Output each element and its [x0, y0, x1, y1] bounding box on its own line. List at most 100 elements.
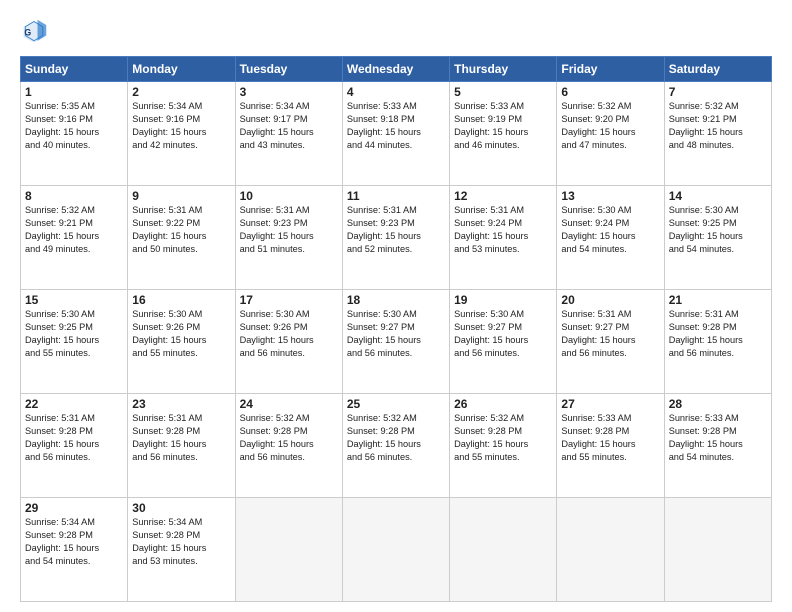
day-info: Sunrise: 5:31 AM Sunset: 9:28 PM Dayligh…	[669, 308, 767, 360]
calendar-week-row: 22Sunrise: 5:31 AM Sunset: 9:28 PM Dayli…	[21, 394, 772, 498]
day-number: 4	[347, 85, 445, 99]
calendar-cell: 9Sunrise: 5:31 AM Sunset: 9:22 PM Daylig…	[128, 186, 235, 290]
day-number: 13	[561, 189, 659, 203]
day-number: 2	[132, 85, 230, 99]
day-info: Sunrise: 5:35 AM Sunset: 9:16 PM Dayligh…	[25, 100, 123, 152]
day-info: Sunrise: 5:33 AM Sunset: 9:28 PM Dayligh…	[561, 412, 659, 464]
calendar-cell: 1Sunrise: 5:35 AM Sunset: 9:16 PM Daylig…	[21, 82, 128, 186]
day-info: Sunrise: 5:30 AM Sunset: 9:24 PM Dayligh…	[561, 204, 659, 256]
logo: G	[20, 18, 52, 46]
calendar-cell: 14Sunrise: 5:30 AM Sunset: 9:25 PM Dayli…	[664, 186, 771, 290]
day-info: Sunrise: 5:33 AM Sunset: 9:19 PM Dayligh…	[454, 100, 552, 152]
calendar-cell: 5Sunrise: 5:33 AM Sunset: 9:19 PM Daylig…	[450, 82, 557, 186]
day-number: 1	[25, 85, 123, 99]
day-number: 24	[240, 397, 338, 411]
day-number: 14	[669, 189, 767, 203]
day-number: 6	[561, 85, 659, 99]
day-info: Sunrise: 5:32 AM Sunset: 9:21 PM Dayligh…	[25, 204, 123, 256]
day-number: 12	[454, 189, 552, 203]
day-info: Sunrise: 5:30 AM Sunset: 9:26 PM Dayligh…	[132, 308, 230, 360]
day-info: Sunrise: 5:31 AM Sunset: 9:23 PM Dayligh…	[240, 204, 338, 256]
calendar-week-row: 1Sunrise: 5:35 AM Sunset: 9:16 PM Daylig…	[21, 82, 772, 186]
day-number: 21	[669, 293, 767, 307]
day-info: Sunrise: 5:34 AM Sunset: 9:16 PM Dayligh…	[132, 100, 230, 152]
day-number: 22	[25, 397, 123, 411]
day-info: Sunrise: 5:30 AM Sunset: 9:27 PM Dayligh…	[347, 308, 445, 360]
calendar-cell	[450, 498, 557, 602]
day-header-friday: Friday	[557, 57, 664, 82]
day-info: Sunrise: 5:30 AM Sunset: 9:25 PM Dayligh…	[25, 308, 123, 360]
day-info: Sunrise: 5:31 AM Sunset: 9:28 PM Dayligh…	[25, 412, 123, 464]
calendar-cell: 27Sunrise: 5:33 AM Sunset: 9:28 PM Dayli…	[557, 394, 664, 498]
day-header-thursday: Thursday	[450, 57, 557, 82]
calendar-cell: 6Sunrise: 5:32 AM Sunset: 9:20 PM Daylig…	[557, 82, 664, 186]
calendar-cell: 25Sunrise: 5:32 AM Sunset: 9:28 PM Dayli…	[342, 394, 449, 498]
calendar-cell: 19Sunrise: 5:30 AM Sunset: 9:27 PM Dayli…	[450, 290, 557, 394]
day-number: 15	[25, 293, 123, 307]
day-info: Sunrise: 5:31 AM Sunset: 9:28 PM Dayligh…	[132, 412, 230, 464]
day-number: 17	[240, 293, 338, 307]
calendar-cell: 26Sunrise: 5:32 AM Sunset: 9:28 PM Dayli…	[450, 394, 557, 498]
calendar-header-row: SundayMondayTuesdayWednesdayThursdayFrid…	[21, 57, 772, 82]
calendar-cell	[664, 498, 771, 602]
calendar-cell: 7Sunrise: 5:32 AM Sunset: 9:21 PM Daylig…	[664, 82, 771, 186]
calendar-cell: 15Sunrise: 5:30 AM Sunset: 9:25 PM Dayli…	[21, 290, 128, 394]
day-number: 28	[669, 397, 767, 411]
calendar-cell: 3Sunrise: 5:34 AM Sunset: 9:17 PM Daylig…	[235, 82, 342, 186]
logo-icon: G	[20, 18, 48, 46]
calendar-cell: 18Sunrise: 5:30 AM Sunset: 9:27 PM Dayli…	[342, 290, 449, 394]
calendar-cell: 4Sunrise: 5:33 AM Sunset: 9:18 PM Daylig…	[342, 82, 449, 186]
day-info: Sunrise: 5:31 AM Sunset: 9:23 PM Dayligh…	[347, 204, 445, 256]
day-number: 5	[454, 85, 552, 99]
day-info: Sunrise: 5:30 AM Sunset: 9:26 PM Dayligh…	[240, 308, 338, 360]
calendar-cell	[235, 498, 342, 602]
calendar-cell: 28Sunrise: 5:33 AM Sunset: 9:28 PM Dayli…	[664, 394, 771, 498]
day-number: 29	[25, 501, 123, 515]
day-header-monday: Monday	[128, 57, 235, 82]
day-number: 27	[561, 397, 659, 411]
day-number: 10	[240, 189, 338, 203]
day-number: 16	[132, 293, 230, 307]
calendar-cell: 10Sunrise: 5:31 AM Sunset: 9:23 PM Dayli…	[235, 186, 342, 290]
day-number: 26	[454, 397, 552, 411]
day-number: 7	[669, 85, 767, 99]
calendar-cell: 13Sunrise: 5:30 AM Sunset: 9:24 PM Dayli…	[557, 186, 664, 290]
calendar-cell: 12Sunrise: 5:31 AM Sunset: 9:24 PM Dayli…	[450, 186, 557, 290]
calendar-cell: 29Sunrise: 5:34 AM Sunset: 9:28 PM Dayli…	[21, 498, 128, 602]
svg-text:G: G	[24, 28, 31, 38]
day-info: Sunrise: 5:32 AM Sunset: 9:28 PM Dayligh…	[240, 412, 338, 464]
day-header-tuesday: Tuesday	[235, 57, 342, 82]
day-info: Sunrise: 5:33 AM Sunset: 9:28 PM Dayligh…	[669, 412, 767, 464]
page: G SundayMondayTuesdayWednesdayThursdayFr…	[0, 0, 792, 612]
calendar-cell: 20Sunrise: 5:31 AM Sunset: 9:27 PM Dayli…	[557, 290, 664, 394]
day-number: 9	[132, 189, 230, 203]
day-info: Sunrise: 5:34 AM Sunset: 9:28 PM Dayligh…	[25, 516, 123, 568]
day-info: Sunrise: 5:32 AM Sunset: 9:21 PM Dayligh…	[669, 100, 767, 152]
day-number: 18	[347, 293, 445, 307]
header: G	[20, 18, 772, 46]
day-info: Sunrise: 5:33 AM Sunset: 9:18 PM Dayligh…	[347, 100, 445, 152]
day-info: Sunrise: 5:30 AM Sunset: 9:25 PM Dayligh…	[669, 204, 767, 256]
day-header-wednesday: Wednesday	[342, 57, 449, 82]
day-header-sunday: Sunday	[21, 57, 128, 82]
day-number: 11	[347, 189, 445, 203]
calendar-cell: 11Sunrise: 5:31 AM Sunset: 9:23 PM Dayli…	[342, 186, 449, 290]
day-info: Sunrise: 5:31 AM Sunset: 9:27 PM Dayligh…	[561, 308, 659, 360]
day-number: 20	[561, 293, 659, 307]
day-info: Sunrise: 5:32 AM Sunset: 9:28 PM Dayligh…	[347, 412, 445, 464]
day-info: Sunrise: 5:32 AM Sunset: 9:20 PM Dayligh…	[561, 100, 659, 152]
day-number: 25	[347, 397, 445, 411]
calendar-cell: 16Sunrise: 5:30 AM Sunset: 9:26 PM Dayli…	[128, 290, 235, 394]
calendar-cell: 21Sunrise: 5:31 AM Sunset: 9:28 PM Dayli…	[664, 290, 771, 394]
calendar-cell	[342, 498, 449, 602]
calendar-week-row: 29Sunrise: 5:34 AM Sunset: 9:28 PM Dayli…	[21, 498, 772, 602]
day-header-saturday: Saturday	[664, 57, 771, 82]
day-number: 3	[240, 85, 338, 99]
calendar-cell: 23Sunrise: 5:31 AM Sunset: 9:28 PM Dayli…	[128, 394, 235, 498]
calendar-cell: 30Sunrise: 5:34 AM Sunset: 9:28 PM Dayli…	[128, 498, 235, 602]
day-info: Sunrise: 5:30 AM Sunset: 9:27 PM Dayligh…	[454, 308, 552, 360]
calendar-week-row: 8Sunrise: 5:32 AM Sunset: 9:21 PM Daylig…	[21, 186, 772, 290]
calendar-week-row: 15Sunrise: 5:30 AM Sunset: 9:25 PM Dayli…	[21, 290, 772, 394]
calendar-cell: 22Sunrise: 5:31 AM Sunset: 9:28 PM Dayli…	[21, 394, 128, 498]
day-info: Sunrise: 5:31 AM Sunset: 9:22 PM Dayligh…	[132, 204, 230, 256]
